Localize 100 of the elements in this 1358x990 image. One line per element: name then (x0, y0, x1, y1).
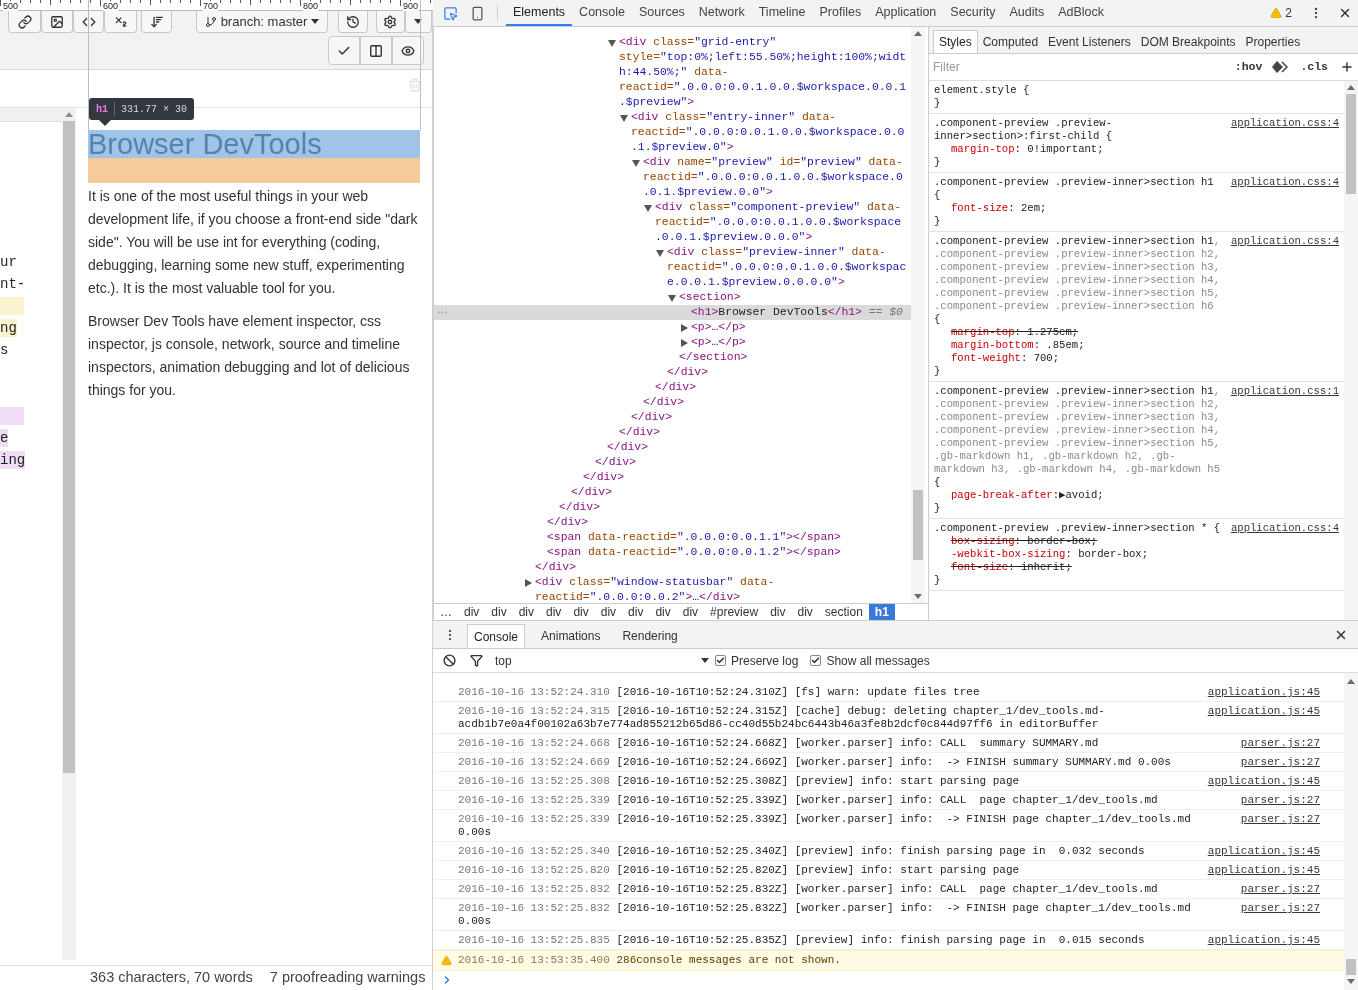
breadcrumb[interactable]: div (458, 603, 486, 621)
breadcrumb[interactable]: … (434, 603, 458, 621)
source-link[interactable]: parser.js:27 (1240, 794, 1320, 807)
closing-tag[interactable]: </div> (434, 500, 911, 515)
dom-node[interactable]: <h1>Browser DevTools</h1> == $0 (434, 305, 911, 320)
scrollbar[interactable] (1344, 673, 1358, 990)
diamond-icon[interactable] (1272, 61, 1289, 73)
closing-tag[interactable]: </div> (434, 455, 911, 470)
styles-tab[interactable]: Event Listeners (1043, 30, 1136, 53)
breadcrumb[interactable]: div (512, 603, 541, 621)
source-link[interactable]: application.js:45 (1207, 934, 1320, 947)
dom-node[interactable]: <div class="window-statusbar" data-reactid=".0.0.0:0.0.2">…</div> (434, 575, 911, 603)
breadcrumb[interactable]: #preview (704, 603, 765, 621)
source-link[interactable]: application.js:45 (1207, 705, 1320, 718)
dom-node[interactable]: <div class="component-preview" data-reactid=".0.0.0:0.0.1.0.0.$workspace.0.0.1.$preview.0.0.0"> (434, 200, 911, 245)
source-link[interactable]: application.js:45 (1207, 845, 1320, 858)
scrollbar[interactable] (1344, 81, 1358, 620)
css-property[interactable]: -webkit-box-sizing: border-box; (934, 548, 1339, 561)
scrollbar-thumb[interactable] (1346, 959, 1356, 975)
css-property[interactable]: box-sizing: border-box; (934, 535, 1339, 548)
image-button[interactable] (41, 11, 74, 33)
closing-tag[interactable]: </div> (434, 470, 911, 485)
devtools-tab[interactable]: Network (691, 0, 752, 26)
expanded-triangle-icon[interactable] (608, 38, 616, 47)
dom-node[interactable]: <span data-reactid=".0.0.0:0.0.1.1"></span> (434, 530, 911, 545)
closing-tag[interactable]: </div> (434, 395, 911, 410)
closing-tag[interactable]: </div> (434, 365, 911, 380)
branch-dropdown[interactable]: branch: master (195, 11, 329, 33)
styles-tab[interactable]: Styles (933, 30, 978, 53)
breadcrumb[interactable]: div (791, 603, 819, 621)
drawer-tab[interactable]: Console (467, 624, 526, 648)
closing-tag[interactable]: </div> (434, 410, 911, 425)
code-button[interactable] (73, 11, 105, 33)
css-property[interactable]: font-size: inherit; (934, 561, 1339, 574)
source-link[interactable]: application.js:45 (1207, 775, 1320, 788)
source-link[interactable]: parser.js:27 (1240, 756, 1320, 769)
add-rule-icon[interactable] (1340, 60, 1354, 74)
css-property[interactable]: font-weight: 700; (934, 352, 1339, 365)
scrollbar-thumb[interactable] (63, 121, 75, 773)
devtools-tab[interactable]: Profiles (812, 0, 869, 26)
breadcrumb[interactable]: div (622, 603, 650, 621)
option-checkbox[interactable]: Show all messages (810, 651, 930, 670)
breadcrumb[interactable]: div (764, 603, 792, 621)
css-property[interactable]: page-break-after:▶avoid; (934, 489, 1339, 502)
close-icon[interactable] (1334, 628, 1348, 642)
warning-count[interactable]: 2 (1285, 4, 1292, 22)
source-link[interactable]: parser.js:27 (1240, 883, 1320, 896)
breadcrumb[interactable]: div (485, 603, 513, 621)
source-link[interactable]: parser.js:27 (1240, 737, 1320, 750)
devtools-tab[interactable]: Timeline (751, 0, 813, 26)
collapsed-triangle-icon[interactable] (680, 323, 688, 332)
subscript-button[interactable] (104, 11, 138, 33)
styles-tab[interactable]: Properties (1240, 30, 1306, 53)
devtools-tab[interactable]: Console (572, 0, 632, 26)
devtools-tab[interactable]: Security (943, 0, 1003, 26)
breadcrumb[interactable]: section (818, 603, 869, 621)
source-link[interactable]: application.css:1 (1230, 385, 1339, 398)
source-link[interactable]: application.css:4 (1230, 176, 1339, 189)
sort-button[interactable] (141, 11, 172, 33)
css-property[interactable]: margin-top: 1.275em; (934, 326, 1339, 339)
source-link[interactable]: application.css:4 (1230, 117, 1339, 130)
breadcrumb[interactable]: div (594, 603, 623, 621)
source-link[interactable]: application.js:45 (1207, 864, 1320, 877)
eye-button[interactable] (392, 36, 424, 65)
scrollbar-thumb[interactable] (1346, 94, 1356, 194)
hover-state-button[interactable]: :hov (1230, 58, 1267, 76)
option-checkbox[interactable]: Preserve log (715, 651, 799, 670)
breadcrumb[interactable]: div (649, 603, 677, 621)
source-link[interactable]: application.js:45 (1207, 686, 1320, 699)
styles-tab[interactable]: DOM Breakpoints (1135, 30, 1241, 53)
settings-button[interactable] (375, 11, 405, 33)
history-button[interactable] (338, 11, 368, 33)
drawer-tab[interactable]: Animations (535, 624, 607, 648)
devtools-tab[interactable]: Sources (632, 0, 692, 26)
closing-tag[interactable]: </div> (434, 380, 911, 395)
css-property[interactable]: font-size: 2em; (934, 202, 1339, 215)
scrollbar-thumb[interactable] (913, 490, 923, 560)
scrollbar[interactable] (911, 27, 925, 603)
dom-node[interactable]: <div class="preview-inner" data-reactid=".0.0.0:0.0.1.0.0.$workspace.0.0.1.$preview.0.0.0.0"> (434, 245, 911, 290)
closing-tag[interactable]: </div> (434, 440, 911, 455)
closing-tag[interactable]: </div> (434, 425, 911, 440)
filter-field[interactable]: Filter (933, 58, 1231, 76)
devtools-tab[interactable]: Audits (1002, 0, 1052, 26)
dom-node[interactable]: <p>…</p> (434, 320, 911, 335)
inspect-icon[interactable] (443, 5, 458, 21)
link-button[interactable] (8, 11, 42, 33)
breadcrumb[interactable]: h1 (868, 603, 895, 621)
columns-button[interactable] (360, 36, 392, 65)
source-link[interactable]: application.css:4 (1230, 522, 1339, 535)
closing-tag[interactable]: </div> (434, 515, 911, 530)
closing-tag[interactable]: </section> (434, 350, 911, 365)
breadcrumb[interactable]: div (567, 603, 595, 621)
source-link[interactable]: parser.js:27 (1240, 902, 1320, 915)
breadcrumb[interactable]: div (540, 603, 568, 621)
clear-console-icon[interactable] (443, 654, 456, 667)
drawer-tab[interactable]: Rendering (616, 624, 684, 648)
closing-tag[interactable]: </div> (434, 485, 911, 500)
css-property[interactable]: margin-bottom: .85em; (934, 339, 1339, 352)
dom-node[interactable]: <div class="entry-inner" data-reactid=".0.0.0:0.0.1.0.0.$workspace.0.0.1.$preview.0"> (434, 110, 911, 155)
devtools-tab[interactable]: AdBlock (1051, 0, 1112, 26)
